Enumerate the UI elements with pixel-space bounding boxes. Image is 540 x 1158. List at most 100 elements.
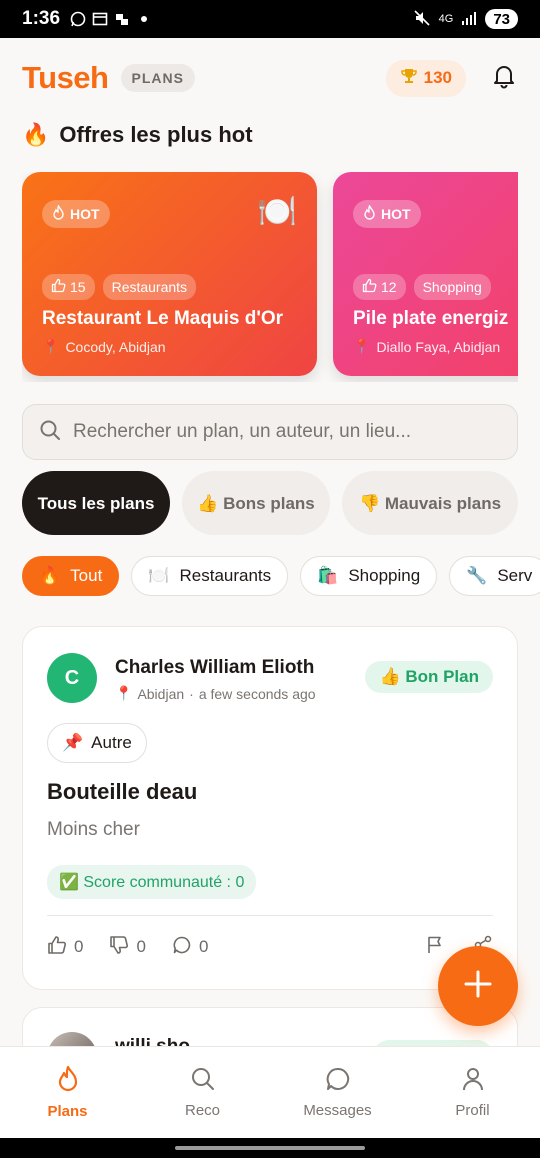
nav-reco[interactable]: Reco: [135, 1047, 270, 1138]
category-chip-all[interactable]: 🔥 Tout: [22, 556, 120, 596]
avatar[interactable]: C: [47, 653, 97, 703]
hot-card-title: Restaurant Le Maquis d'Or: [42, 308, 284, 329]
category-filter[interactable]: 🔥 Tout 🍽️ Restaurants 🛍️ Shopping 🔧 Serv: [22, 556, 540, 598]
plan-type-filter: Tous les plans 👍 Bons plans 👎 Mauvais pl…: [22, 471, 518, 535]
post-description: Moins cher: [47, 819, 140, 840]
post-title: Bouteille deau: [47, 779, 198, 804]
app-logo: Tuseh: [22, 60, 109, 95]
fire-icon: 🔥: [39, 566, 61, 585]
dislike-button[interactable]: 0: [109, 935, 146, 960]
fire-icon: 🔥: [22, 122, 50, 147]
nav-plans[interactable]: Plans: [0, 1047, 135, 1138]
post-meta: 📍 Abidjan · a few seconds ago: [115, 685, 316, 702]
post-category-pill[interactable]: 📌 Autre: [47, 723, 147, 763]
hot-card[interactable]: HOT 12 Shopping Pile plate energiz 📍 Dia…: [333, 172, 518, 376]
mute-icon: [413, 9, 431, 30]
nav-label: Profil: [455, 1102, 490, 1119]
status-bar: 1:36 4G 73: [0, 0, 540, 38]
dislike-count: 0: [136, 937, 146, 956]
post-time: a few seconds ago: [198, 685, 316, 702]
comment-button[interactable]: 0: [172, 935, 208, 960]
hot-card-location: 📍 Cocody, Abidjan: [42, 338, 166, 355]
home-indicator[interactable]: [175, 1146, 365, 1150]
post-location: Abidjan: [137, 685, 185, 702]
category-chip-services[interactable]: 🔧 Serv: [449, 556, 540, 596]
flame-icon: [52, 204, 65, 223]
hot-card-title: Pile plate energiz: [353, 308, 509, 329]
category-label: Shopping: [348, 566, 421, 585]
category-chip-shopping[interactable]: 🛍️ Shopping: [300, 556, 438, 596]
hot-tag-label: HOT: [70, 206, 100, 222]
nav-profil[interactable]: Profil: [405, 1047, 540, 1138]
plate-icon: 🍽️: [257, 193, 297, 229]
thumbs-up-icon: [51, 278, 66, 296]
search-input[interactable]: [73, 421, 501, 443]
category-label: Tout: [70, 566, 103, 585]
status-time: 1:36: [22, 8, 61, 29]
hot-tag: HOT: [42, 200, 110, 228]
likes-count: 15: [70, 279, 86, 295]
hot-offers-carousel[interactable]: HOT 🍽️ 15 Restaurants Restaurant Le Maqu…: [22, 172, 518, 382]
score-value: 130: [423, 68, 452, 87]
category-label: Restaurants: [179, 566, 272, 585]
likes-chip: 12: [353, 274, 406, 300]
report-flag-icon[interactable]: [425, 935, 445, 960]
battery-level: 73: [493, 10, 510, 28]
hot-card[interactable]: HOT 🍽️ 15 Restaurants Restaurant Le Maqu…: [22, 172, 317, 376]
post-author[interactable]: Charles William Elioth: [115, 657, 314, 679]
comment-count: 0: [198, 937, 209, 956]
message-icon: [325, 1066, 351, 1096]
user-icon: [460, 1066, 486, 1096]
comment-icon: [172, 935, 192, 960]
category-chip: Shopping: [413, 274, 491, 300]
segment-good-plans[interactable]: 👍 Bons plans: [182, 471, 330, 535]
hot-card-location-text: Cocody, Abidjan: [65, 338, 166, 355]
plate-icon: 🍽️: [148, 566, 170, 585]
thumbs-up-icon: [362, 278, 377, 296]
category-chip: Restaurants: [102, 274, 197, 300]
shopping-bag-icon: 🛍️: [317, 566, 339, 585]
nav-label: Messages: [303, 1102, 372, 1119]
wrench-icon: 🔧: [466, 566, 488, 585]
system-nav-area: [0, 1138, 540, 1158]
hot-section-title: 🔥 Offres les plus hot: [22, 122, 253, 148]
bell-icon: [491, 63, 517, 94]
notifications-button[interactable]: [490, 64, 518, 92]
network-label: 4G: [438, 13, 454, 25]
segment-bad-plans[interactable]: 👎 Mauvais plans: [342, 471, 518, 535]
plus-icon: [462, 968, 494, 1005]
post-actions: 0 0 0: [47, 933, 493, 961]
thumbs-down-icon: [109, 935, 129, 960]
thumbs-up-icon: [47, 935, 67, 960]
search-bar[interactable]: [22, 404, 518, 460]
score-pill[interactable]: 130: [385, 59, 466, 97]
hot-tag-label: HOT: [381, 206, 411, 222]
pin-icon: 📍: [353, 338, 371, 354]
search-icon: [190, 1066, 216, 1096]
hot-card-location-text: Diallo Faya, Abidjan: [376, 338, 501, 355]
segment-all-plans[interactable]: Tous les plans: [22, 471, 170, 535]
section-badge: PLANS: [120, 64, 195, 92]
likes-count: 12: [381, 279, 397, 295]
pushpin-icon: 📌: [62, 733, 84, 752]
like-count: 0: [74, 937, 84, 956]
hot-tag: HOT: [353, 200, 421, 228]
create-plan-button[interactable]: [438, 946, 518, 1026]
pin-icon: 📍: [42, 338, 60, 354]
battery-indicator: 73: [485, 9, 518, 29]
likes-chip: 15: [42, 274, 95, 300]
good-plan-badge: 👍 Bon Plan: [365, 661, 493, 693]
nav-label: Reco: [184, 1102, 221, 1119]
calendar-icon: [92, 11, 108, 27]
like-button[interactable]: 0: [47, 935, 83, 960]
app-header: Tuseh PLANS 130: [0, 38, 540, 118]
plan-post-card[interactable]: C Charles William Elioth 📍 Abidjan · a f…: [22, 626, 518, 990]
nav-messages[interactable]: Messages: [270, 1047, 405, 1138]
category-chip-restaurants[interactable]: 🍽️ Restaurants: [131, 556, 289, 596]
trophy-icon: [400, 67, 418, 90]
divider: [47, 915, 493, 916]
flame-icon: [55, 1065, 81, 1097]
signal-icon: [461, 11, 477, 28]
app-notification-icon: [114, 11, 130, 27]
pin-icon: 📍: [115, 685, 133, 701]
